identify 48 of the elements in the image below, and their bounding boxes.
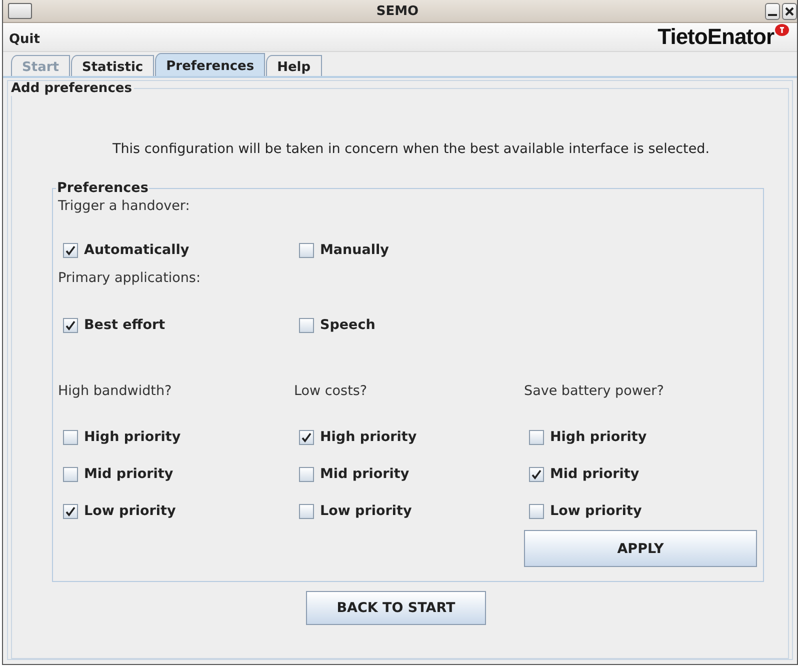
checkbox-label[interactable]: Automatically [84, 242, 190, 258]
checkbox-label[interactable]: Speech [320, 317, 376, 333]
checkbox-label[interactable]: High priority [550, 429, 647, 445]
checkbox-label[interactable]: Low priority [84, 503, 176, 519]
question-label: Primary applications: [58, 269, 202, 288]
menu-item[interactable]: Quit [9, 32, 40, 46]
question-label: Save battery power? [524, 382, 665, 401]
checkbox-label[interactable]: High priority [320, 429, 417, 445]
close-icon [785, 6, 794, 16]
checkbox[interactable] [299, 430, 314, 444]
question-label: Trigger a handover: [58, 197, 191, 216]
logo-text: TietoEnator [658, 24, 774, 50]
question-label: Low costs? [294, 382, 368, 401]
group-title: Preferences [56, 180, 150, 196]
tab[interactable]: Statistic [70, 55, 154, 76]
checkbox[interactable] [299, 466, 314, 482]
checkbox[interactable] [299, 318, 314, 332]
window-title: SEMO [375, 4, 420, 18]
checkbox-label[interactable]: Mid priority [550, 466, 640, 482]
checkbox[interactable] [63, 318, 78, 332]
close-button[interactable] [782, 2, 797, 20]
checkbox-label[interactable]: Manually [320, 242, 389, 258]
tab[interactable]: Preferences [155, 53, 266, 76]
checkbox-label[interactable]: Low priority [320, 503, 412, 519]
apply-button[interactable]: APPLY [524, 530, 757, 567]
checkbox[interactable] [63, 504, 78, 518]
checkbox[interactable] [529, 466, 544, 482]
checkbox[interactable] [299, 504, 314, 518]
checkbox-label[interactable]: Low priority [550, 503, 642, 519]
back-to-start-button[interactable]: BACK TO START [306, 591, 486, 625]
checkbox[interactable] [529, 504, 544, 518]
question-label: High bandwidth? [58, 382, 173, 401]
description-text: This configuration will be taken in concern when the best available interface is selected. [111, 141, 711, 157]
checkbox-label[interactable]: Best effort [84, 317, 166, 333]
checkbox[interactable] [63, 430, 78, 444]
checkbox[interactable] [299, 242, 314, 258]
checkbox[interactable] [529, 430, 544, 444]
minimize-button[interactable] [765, 2, 780, 20]
checkbox-label[interactable]: Mid priority [84, 466, 174, 482]
tab[interactable]: Help [266, 55, 322, 76]
checkbox[interactable] [63, 242, 78, 258]
minimize-icon [768, 14, 777, 16]
checkbox[interactable] [63, 466, 78, 482]
checkbox-label[interactable]: High priority [84, 429, 181, 445]
section-title: Add preferences [10, 81, 133, 96]
window-icon [8, 3, 32, 19]
checkbox-label[interactable]: Mid priority [320, 466, 410, 482]
logo-badge-icon [775, 24, 789, 36]
